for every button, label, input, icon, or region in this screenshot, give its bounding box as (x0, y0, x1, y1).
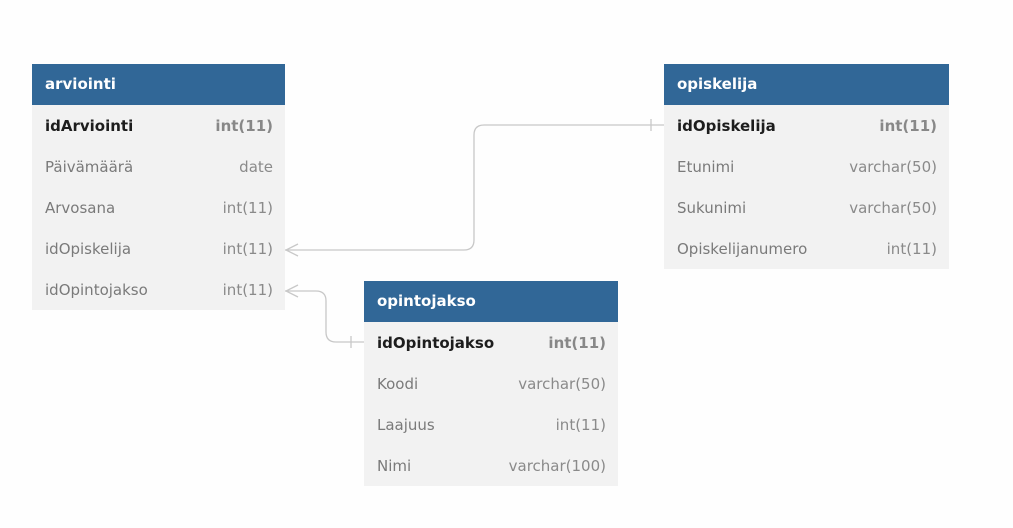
field-row[interactable]: Koodi varchar(50) (364, 363, 618, 404)
field-name: Nimi (377, 456, 412, 475)
field-name: idOpintojakso (377, 333, 495, 352)
table-header[interactable]: arviointi (32, 64, 285, 105)
relation-line (285, 290, 364, 343)
field-type: int(11) (222, 280, 273, 299)
field-row[interactable]: Opiskelijanumero int(11) (664, 228, 949, 269)
primary-key-row[interactable]: idOpiskelija int(11) (664, 105, 949, 146)
field-name: Päivämäärä (45, 157, 134, 176)
field-row[interactable]: Sukunimi varchar(50) (664, 187, 949, 228)
field-type: varchar(50) (849, 198, 937, 217)
table-header[interactable]: opintojakso (364, 281, 618, 322)
relation-line (285, 124, 664, 251)
field-type: int(11) (222, 239, 273, 258)
field-type: int(11) (222, 198, 273, 217)
field-row[interactable]: idOpintojakso int(11) (32, 269, 285, 310)
relation-arviointi-opiskelija[interactable] (284, 119, 664, 257)
field-name: idOpintojakso (45, 280, 148, 299)
table-opiskelija[interactable]: opiskelija idOpiskelija int(11) Etunimi var… (664, 64, 949, 269)
field-row[interactable]: Arvosana int(11) (32, 187, 285, 228)
primary-key-row[interactable]: idArviointi int(11) (32, 105, 285, 146)
field-name: Etunimi (677, 157, 735, 176)
field-row[interactable]: Nimi varchar(100) (364, 445, 618, 486)
field-type: int(11) (886, 239, 937, 258)
field-type: date (239, 157, 273, 176)
field-type: varchar(50) (518, 374, 606, 393)
field-row[interactable]: idOpiskelija int(11) (32, 228, 285, 269)
crows-foot-many-icon (284, 284, 299, 298)
table-arviointi[interactable]: arviointi idArviointi int(11) Päivämäärä da… (32, 64, 285, 310)
field-row[interactable]: Päivämäärä date (32, 146, 285, 187)
primary-key-row[interactable]: idOpintojakso int(11) (364, 322, 618, 363)
field-type: int(11) (548, 333, 606, 352)
field-name: idArviointi (45, 116, 134, 135)
table-header[interactable]: opiskelija (664, 64, 949, 105)
field-row[interactable]: Laajuus int(11) (364, 404, 618, 445)
field-name: Sukunimi (677, 198, 747, 217)
field-type: int(11) (215, 116, 273, 135)
relation-arviointi-opintojakso[interactable] (284, 284, 364, 348)
field-name: Koodi (377, 374, 419, 393)
field-name: Laajuus (377, 415, 435, 434)
table-fields: idOpiskelija int(11) Etunimi varchar(50) Suk… (664, 105, 949, 269)
field-type: varchar(100) (508, 456, 606, 475)
table-fields: idArviointi int(11) Päivämäärä date Arvosana… (32, 105, 285, 310)
field-type: varchar(50) (849, 157, 937, 176)
field-row[interactable]: Etunimi varchar(50) (664, 146, 949, 187)
field-name: idOpiskelija (45, 239, 132, 258)
field-name: idOpiskelija (677, 116, 776, 135)
table-opintojakso[interactable]: opintojakso idOpintojakso int(11) Koodi var… (364, 281, 618, 486)
er-diagram-canvas: arviointi idArviointi int(11) Päivämäärä da… (0, 0, 1013, 528)
field-name: Opiskelijanumero (677, 239, 808, 258)
field-name: Arvosana (45, 198, 116, 217)
crows-foot-many-icon (284, 243, 299, 257)
field-type: int(11) (879, 116, 937, 135)
field-type: int(11) (555, 415, 606, 434)
table-fields: idOpintojakso int(11) Koodi varchar(50) Laaj… (364, 322, 618, 486)
